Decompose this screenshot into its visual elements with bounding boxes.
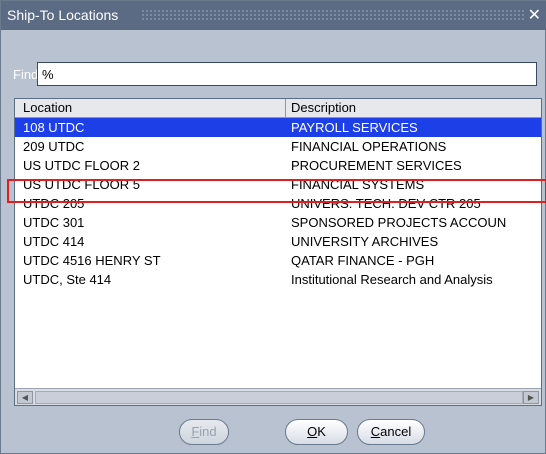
ok-button-label: K (317, 424, 326, 439)
cancel-button-mnemonic: C (370, 424, 381, 439)
cell-location: UTDC, Ste 414 (23, 272, 112, 287)
cell-location: UTDC 4516 HENRY ST (23, 253, 161, 268)
close-icon[interactable]: ✕ (528, 1, 541, 30)
cell-description: UNIVERS. TECH. DEV CTR 205 (291, 196, 481, 211)
table-row[interactable]: UTDC 205 UNIVERS. TECH. DEV CTR 205 (15, 194, 541, 213)
find-label: Find (13, 67, 39, 82)
find-button[interactable]: Find (179, 419, 229, 445)
table-row[interactable]: UTDC 414 UNIVERSITY ARCHIVES (15, 232, 541, 251)
window-title: Ship-To Locations (7, 7, 119, 23)
table-row[interactable]: UTDC, Ste 414 Institutional Research and… (15, 270, 541, 289)
cell-description: Institutional Research and Analysis (291, 272, 493, 287)
table-row[interactable]: 209 UTDC FINANCIAL OPERATIONS (15, 137, 541, 156)
find-input[interactable] (37, 62, 537, 86)
cell-description: QATAR FINANCE - PGH (291, 253, 435, 268)
horizontal-scrollbar[interactable]: ◀ ▶ (15, 388, 541, 405)
cell-location: US UTDC FLOOR 5 (23, 177, 141, 192)
cell-description: FINANCIAL SYSTEMS (291, 177, 425, 192)
title-grip (141, 9, 526, 22)
title-bar[interactable]: Ship-To Locations ✕ (1, 1, 546, 30)
cancel-button[interactable]: Cancel (357, 419, 425, 445)
scrollbar-thumb[interactable] (35, 391, 523, 404)
ok-button[interactable]: OK (285, 419, 348, 445)
scroll-left-icon[interactable]: ◀ (17, 391, 33, 404)
table-row[interactable]: UTDC 4516 HENRY ST QATAR FINANCE - PGH (15, 251, 541, 270)
cell-location: UTDC 301 (23, 215, 85, 230)
ok-button-mnemonic: O (307, 424, 318, 439)
cancel-button-label: ancel (380, 424, 412, 439)
cell-description: PAYROLL SERVICES (291, 120, 418, 135)
cell-description: FINANCIAL OPERATIONS (291, 139, 447, 154)
ship-to-locations-dialog: Ship-To Locations ✕ Find Location Descri… (0, 0, 546, 454)
cell-location: US UTDC FLOOR 2 (23, 158, 141, 173)
column-divider[interactable] (285, 99, 286, 117)
scroll-right-icon[interactable]: ▶ (523, 391, 539, 404)
cell-description: SPONSORED PROJECTS ACCOUN (291, 215, 507, 230)
column-header-description[interactable]: Description (291, 100, 356, 115)
cell-description: UNIVERSITY ARCHIVES (291, 234, 439, 249)
cell-location: UTDC 205 (23, 196, 85, 211)
cell-location: UTDC 414 (23, 234, 85, 249)
table-row[interactable]: UTDC 301 SPONSORED PROJECTS ACCOUN (15, 213, 541, 232)
table-row[interactable]: US UTDC FLOOR 5 FINANCIAL SYSTEMS (15, 175, 541, 194)
cell-location: 108 UTDC (23, 120, 85, 135)
column-header-location[interactable]: Location (23, 100, 72, 115)
cell-description: PROCUREMENT SERVICES (291, 158, 462, 173)
find-button-label: ind (199, 424, 217, 439)
table-row[interactable]: 108 UTDC PAYROLL SERVICES (15, 118, 541, 137)
list-header: Location Description (15, 99, 541, 118)
locations-list[interactable]: Location Description 108 UTDC PAYROLL SE… (14, 98, 542, 406)
cell-location: 209 UTDC (23, 139, 85, 154)
table-row[interactable]: US UTDC FLOOR 2 PROCUREMENT SERVICES (15, 156, 541, 175)
